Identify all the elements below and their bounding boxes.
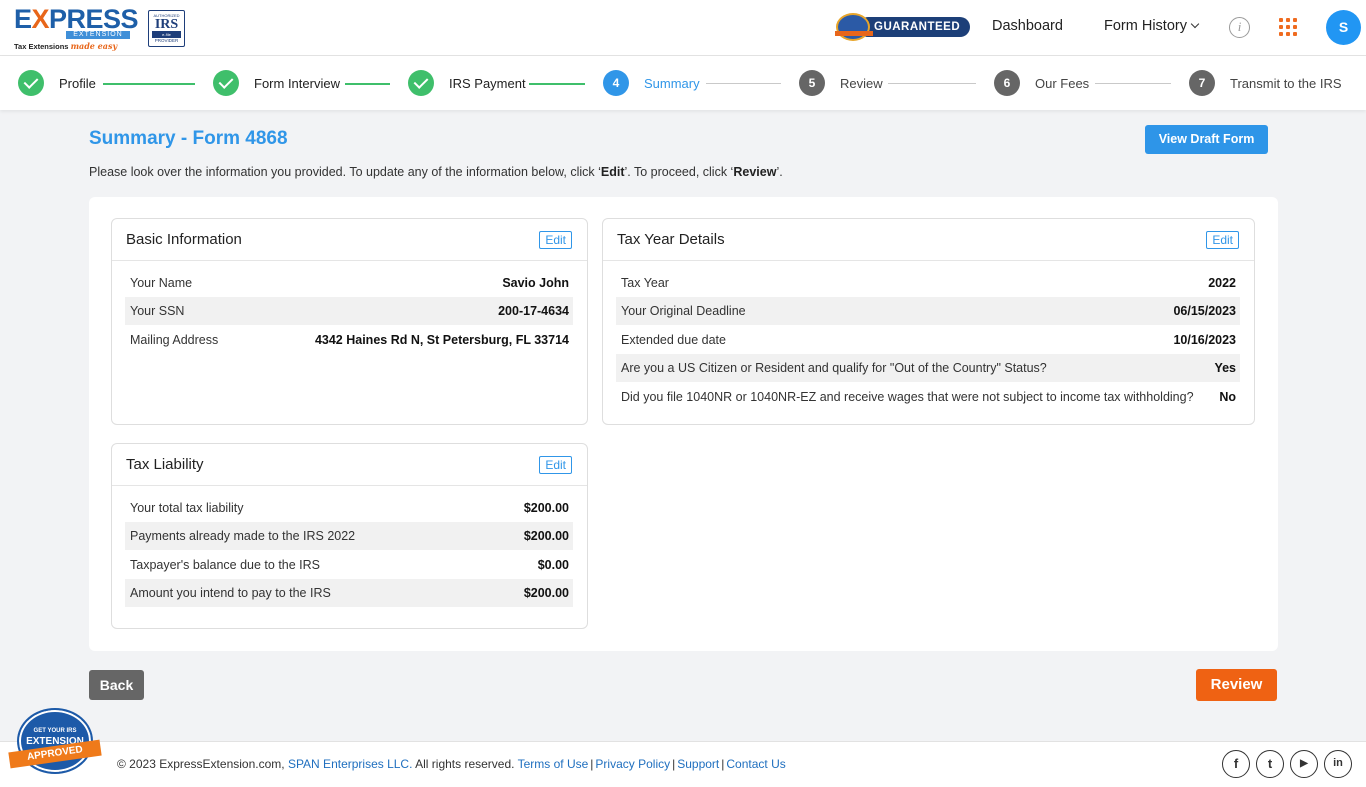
basic-information-card: Basic Information Edit Your Name Savio J…: [111, 218, 588, 425]
info-row: Payments already made to the IRS 2022 $2…: [125, 522, 573, 550]
card-title: Tax Liability: [126, 456, 204, 473]
card-title: Tax Year Details: [617, 231, 725, 248]
info-row: Mailing Address 4342 Haines Rd N, St Pet…: [130, 333, 569, 347]
step-connector: [706, 83, 781, 84]
footer: © 2023 ExpressExtension.com, SPAN Enterp…: [0, 741, 1366, 787]
step-connector: [1095, 83, 1171, 84]
info-row: Did you file 1040NR or 1040NR-EZ and rec…: [621, 390, 1236, 404]
step-connector: [345, 83, 390, 85]
info-row: Are you a US Citizen or Resident and qua…: [616, 354, 1240, 382]
apps-grid-icon[interactable]: [1279, 18, 1297, 36]
instructions-text: Please look over the information you pro…: [89, 165, 783, 179]
footer-copyright: © 2023 ExpressExtension.com, SPAN Enterp…: [117, 757, 786, 771]
nav-form-history[interactable]: Form History: [1104, 18, 1200, 34]
terms-of-use-link[interactable]: Terms of Use: [518, 757, 589, 771]
edit-basic-information-button[interactable]: Edit: [539, 231, 572, 249]
info-row: Tax Year 2022: [621, 276, 1236, 290]
tax-year-details-card: Tax Year Details Edit Tax Year 2022 Your…: [602, 218, 1255, 425]
span-enterprises-link[interactable]: SPAN Enterprises LLC.: [288, 757, 413, 771]
card-title: Basic Information: [126, 231, 242, 248]
edit-tax-liability-button[interactable]: Edit: [539, 456, 572, 474]
check-icon: [213, 70, 239, 96]
page-title: Summary - Form 4868: [89, 128, 288, 149]
extension-approved-badge[interactable]: GET YOUR IRS EXTENSION APPROVED: [8, 708, 102, 780]
info-row: Your Original Deadline 06/15/2023: [616, 297, 1240, 325]
contact-us-link[interactable]: Contact Us: [726, 757, 785, 771]
step-connector: [103, 83, 195, 85]
top-header: EXPRESS EXTENSION Tax Extensions made ea…: [0, 0, 1366, 56]
review-button[interactable]: Review: [1196, 669, 1277, 701]
check-icon: [408, 70, 434, 96]
irs-authorized-provider-badge: AUTHORIZED IRS e-file PROVIDER: [148, 10, 185, 47]
back-button[interactable]: Back: [89, 670, 144, 700]
info-row: Your total tax liability $200.00: [130, 501, 569, 515]
info-icon[interactable]: i: [1229, 17, 1250, 38]
info-row: Your Name Savio John: [130, 276, 569, 290]
facebook-icon[interactable]: f: [1222, 750, 1250, 778]
info-row: Your SSN 200-17-4634: [125, 297, 573, 325]
privacy-policy-link[interactable]: Privacy Policy: [595, 757, 670, 771]
info-row: Taxpayer's balance due to the IRS $0.00: [130, 558, 569, 572]
guaranteed-badge: GUARANTEED: [835, 13, 970, 41]
info-row: Extended due date 10/16/2023: [621, 333, 1236, 347]
step-connector: [888, 83, 976, 84]
tax-liability-card: Tax Liability Edit Your total tax liabil…: [111, 443, 588, 629]
express-extension-logo[interactable]: EXPRESS EXTENSION Tax Extensions made ea…: [14, 6, 139, 52]
user-avatar[interactable]: S: [1326, 10, 1361, 45]
twitter-icon[interactable]: t: [1256, 750, 1284, 778]
check-icon: [18, 70, 44, 96]
chevron-down-icon: [1190, 19, 1200, 29]
progress-stepper: Profile Form Interview IRS Payment 4 Sum…: [0, 56, 1366, 110]
nav-dashboard[interactable]: Dashboard: [992, 18, 1063, 34]
step-connector: [529, 83, 585, 85]
edit-tax-year-details-button[interactable]: Edit: [1206, 231, 1239, 249]
youtube-icon[interactable]: ▶: [1290, 750, 1318, 778]
support-link[interactable]: Support: [677, 757, 719, 771]
guarantee-seal-icon: [835, 13, 873, 41]
info-row: Amount you intend to pay to the IRS $200…: [125, 579, 573, 607]
summary-panel: Basic Information Edit Your Name Savio J…: [89, 197, 1278, 651]
view-draft-form-button[interactable]: View Draft Form: [1145, 125, 1268, 154]
linkedin-icon[interactable]: in: [1324, 750, 1352, 778]
